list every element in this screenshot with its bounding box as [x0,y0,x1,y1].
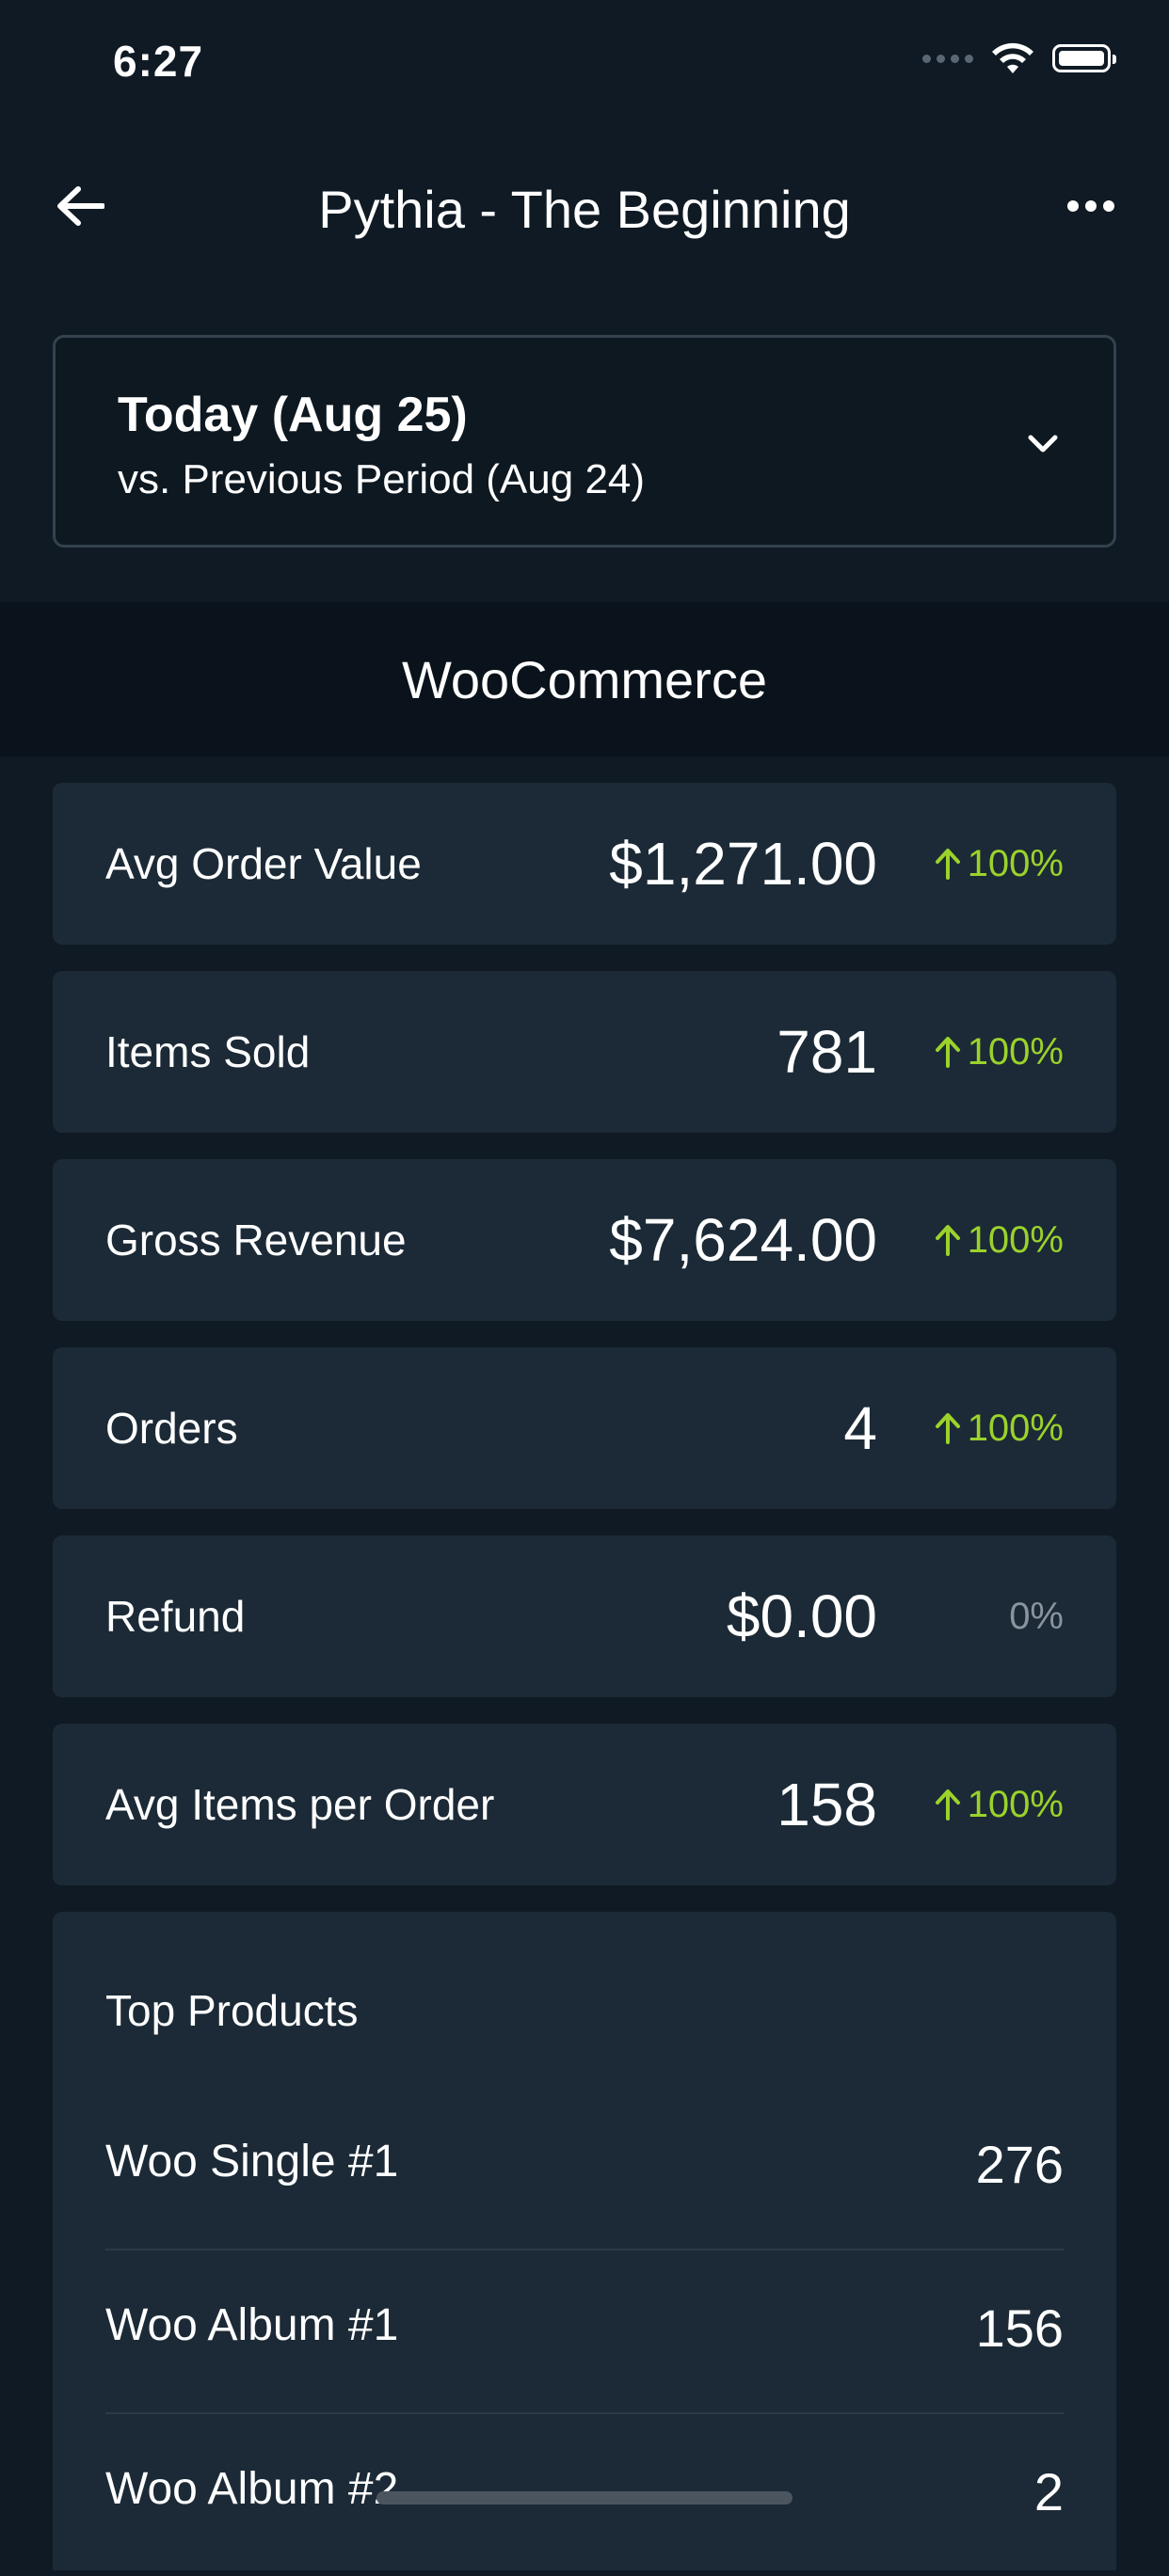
metric-value: $1,271.00 [609,830,877,898]
battery-icon [1052,44,1116,72]
arrow-up-icon [935,1413,960,1444]
metric-value: 781 [777,1018,877,1086]
metric-change: 100% [934,1159,1064,1321]
home-indicator[interactable] [376,2491,793,2504]
metric-label: Refund [105,1592,246,1641]
signal-icon [922,54,973,63]
arrow-up-icon [935,1037,960,1068]
more-options-button[interactable] [1058,173,1124,239]
status-time: 6:27 [113,37,204,86]
product-name: Woo Album #2 [105,2464,399,2514]
date-range-picker[interactable]: Today (Aug 25) vs. Previous Period (Aug … [53,335,1116,548]
metric-change: 100% [934,971,1064,1133]
metric-change-value: 100% [967,1030,1064,1073]
list-item[interactable]: Woo Album #1 156 [105,2250,1064,2414]
product-count: 156 [975,2298,1064,2358]
wifi-icon [992,42,1033,73]
page-title: Pythia - The Beginning [318,180,851,239]
metric-value: $0.00 [726,1582,877,1650]
metric-change: 100% [934,783,1064,945]
metric-card-refund[interactable]: Refund $0.00 0% [53,1535,1116,1697]
metric-label: Gross Revenue [105,1216,407,1264]
metrics-list: Avg Order Value $1,271.00 100% Items Sol… [53,783,1116,2570]
list-item[interactable]: Woo Single #1 276 [105,2087,1064,2250]
product-count: 276 [975,2135,1064,2194]
metric-card-avg-order-value[interactable]: Avg Order Value $1,271.00 100% [53,783,1116,945]
metric-card-gross-revenue[interactable]: Gross Revenue $7,624.00 100% [53,1159,1116,1321]
section-title: WooCommerce [402,649,767,709]
metric-label: Items Sold [105,1027,311,1076]
arrow-up-icon [935,849,960,880]
metric-change-value: 100% [967,1218,1064,1261]
top-products-title: Top Products [105,1986,359,2035]
metric-label: Avg Order Value [105,839,422,888]
top-products-card: Top Products Woo Single #1 276 Woo Album… [53,1912,1116,2570]
metric-card-orders[interactable]: Orders 4 100% [53,1347,1116,1509]
metric-value: $7,624.00 [609,1206,877,1274]
metric-change-value: 100% [967,1407,1064,1449]
more-icon [1067,200,1114,212]
product-name: Woo Album #1 [105,2300,399,2350]
status-icons [922,41,1116,75]
chevron-down-icon [1019,421,1066,468]
metric-value: 158 [777,1771,877,1838]
metric-label: Orders [105,1404,238,1453]
arrow-up-icon [935,1789,960,1821]
metric-change: 100% [934,1724,1064,1885]
status-bar: 6:27 [0,0,1169,132]
metric-change: 100% [934,1347,1064,1509]
metric-label: Avg Items per Order [105,1780,495,1829]
metric-change: 0% [1009,1535,1064,1697]
metric-change-value: 100% [967,842,1064,884]
product-count: 2 [1033,2462,1064,2521]
nav-bar: Pythia - The Beginning [0,151,1169,263]
section-header: WooCommerce [0,602,1169,756]
arrow-up-icon [935,1225,960,1256]
metric-change-value: 0% [1009,1595,1064,1637]
metric-card-items-sold[interactable]: Items Sold 781 100% [53,971,1116,1133]
comparison-period: vs. Previous Period (Aug 24) [118,456,646,502]
date-range-title: Today (Aug 25) [118,388,468,442]
product-name: Woo Single #1 [105,2137,399,2186]
metric-value: 4 [843,1394,877,1462]
metric-change-value: 100% [967,1783,1064,1825]
metric-card-avg-items-per-order[interactable]: Avg Items per Order 158 100% [53,1724,1116,1885]
